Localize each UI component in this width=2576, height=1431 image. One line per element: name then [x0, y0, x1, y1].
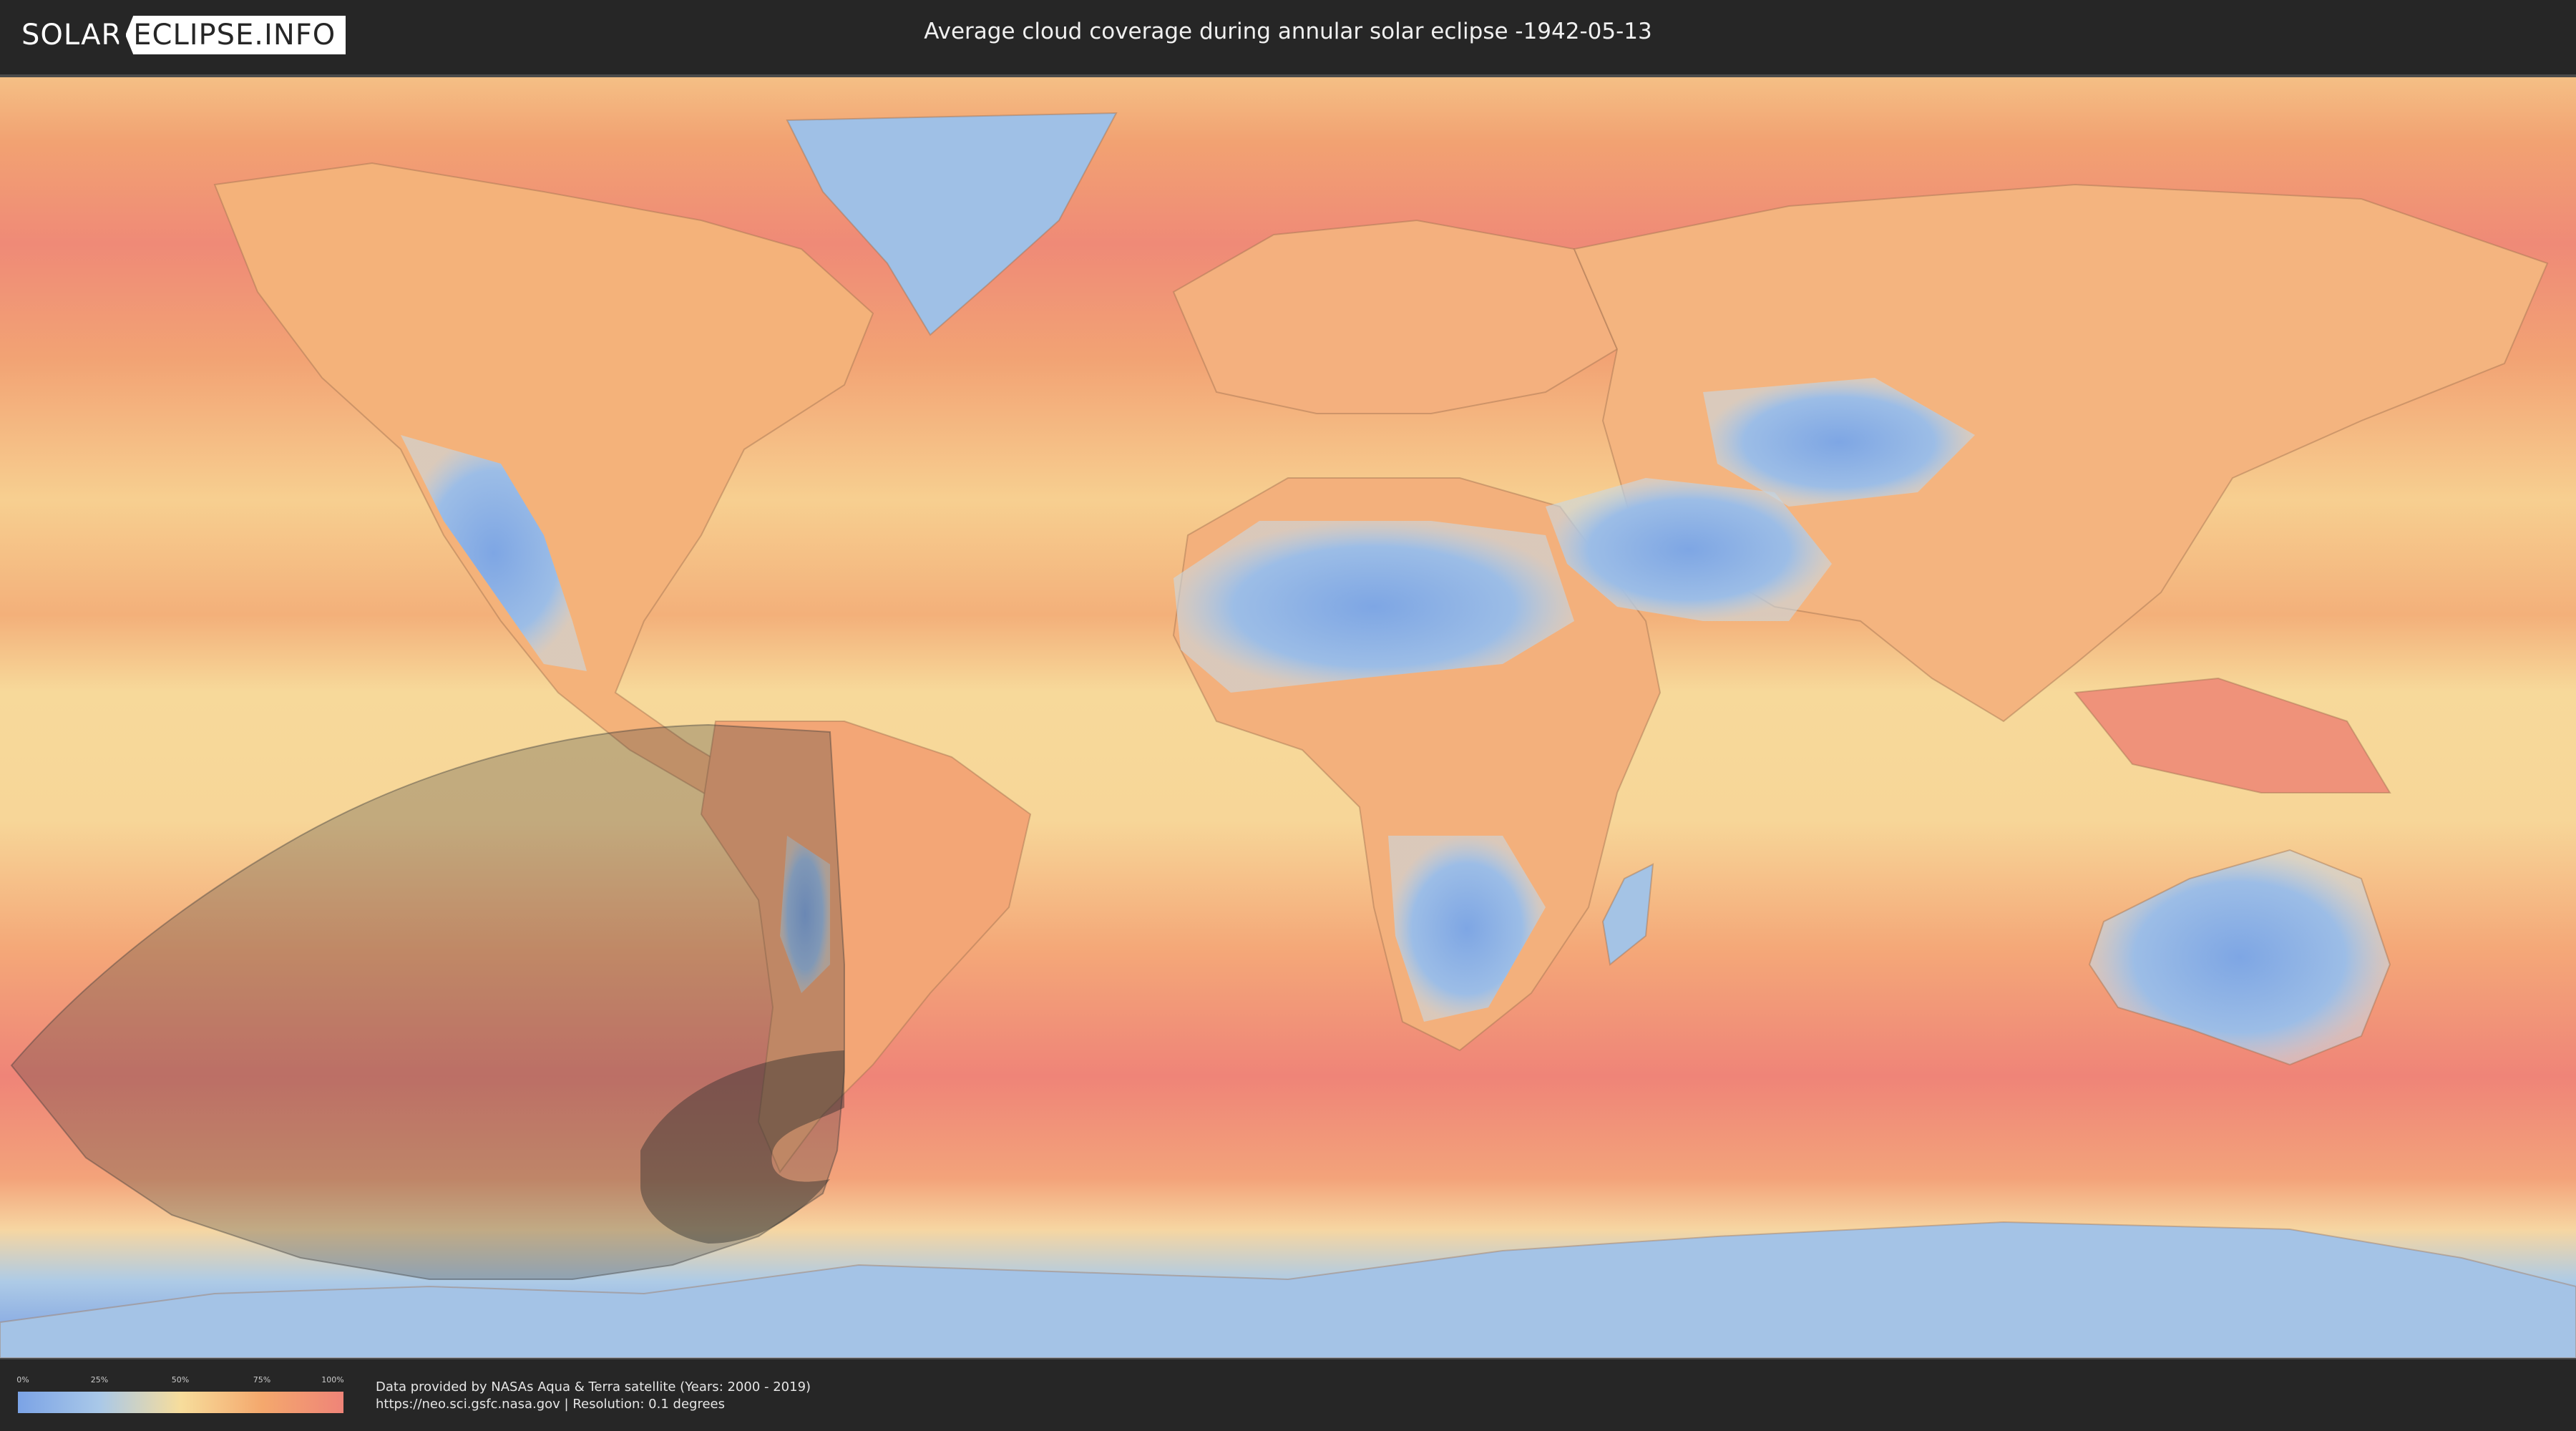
header-bar: SOLAR ECLIPSE.INFO Average cloud coverag…: [0, 0, 2576, 72]
legend-tick-50: 50%: [171, 1375, 190, 1384]
legend-tick-100: 100%: [321, 1375, 344, 1384]
footer-bar: [0, 1359, 2576, 1431]
data-credit: Data provided by NASAs Aqua & Terra sate…: [376, 1379, 811, 1395]
page-title: Average cloud coverage during annular so…: [924, 19, 1652, 44]
cloud-coverage-map[interactable]: [0, 77, 2576, 1358]
legend-tick-0: 0%: [16, 1375, 29, 1384]
data-source-link[interactable]: https://neo.sci.gsfc.nasa.gov | Resoluti…: [376, 1397, 725, 1412]
legend-tick-25: 25%: [90, 1375, 109, 1384]
cloud-coverage-color-scale: [18, 1392, 343, 1413]
legend-tick-75: 75%: [253, 1375, 271, 1384]
map-svg: [0, 77, 2576, 1358]
